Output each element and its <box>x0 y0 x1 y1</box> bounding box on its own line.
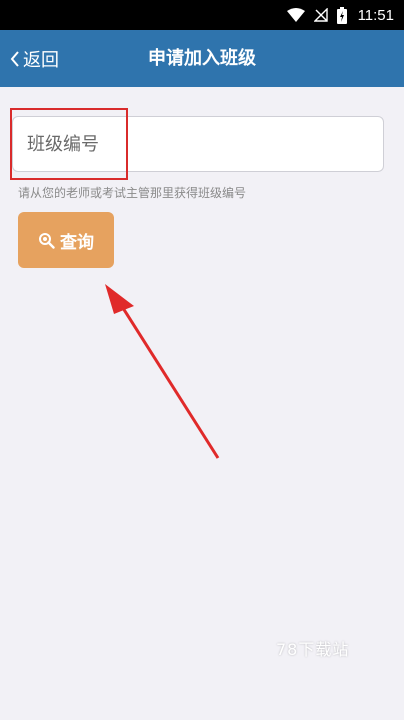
hint-text: 请从您的老师或考试主管那里获得班级编号 <box>18 186 247 200</box>
page-title: 申请加入班级 <box>148 48 256 69</box>
class-number-input[interactable] <box>12 116 384 172</box>
battery-icon <box>336 6 347 24</box>
query-label: 查询 <box>60 232 94 253</box>
back-label: 返回 <box>23 49 59 71</box>
annotation-arrow <box>105 284 220 459</box>
no-signal-icon <box>313 8 328 22</box>
wifi-icon <box>286 8 305 22</box>
status-time: 11:51 <box>357 6 394 24</box>
nav-bar: 申请加入班级 返回 <box>0 30 404 87</box>
status-icons: 11:51 <box>286 0 394 30</box>
chevron-left-icon <box>10 50 19 67</box>
search-icon <box>39 232 55 249</box>
query-button[interactable]: 查询 <box>18 212 114 268</box>
back-button[interactable]: 返回 <box>10 30 59 87</box>
watermark: 78下载站 <box>276 640 350 659</box>
status-bar: 11:51 <box>0 0 404 30</box>
